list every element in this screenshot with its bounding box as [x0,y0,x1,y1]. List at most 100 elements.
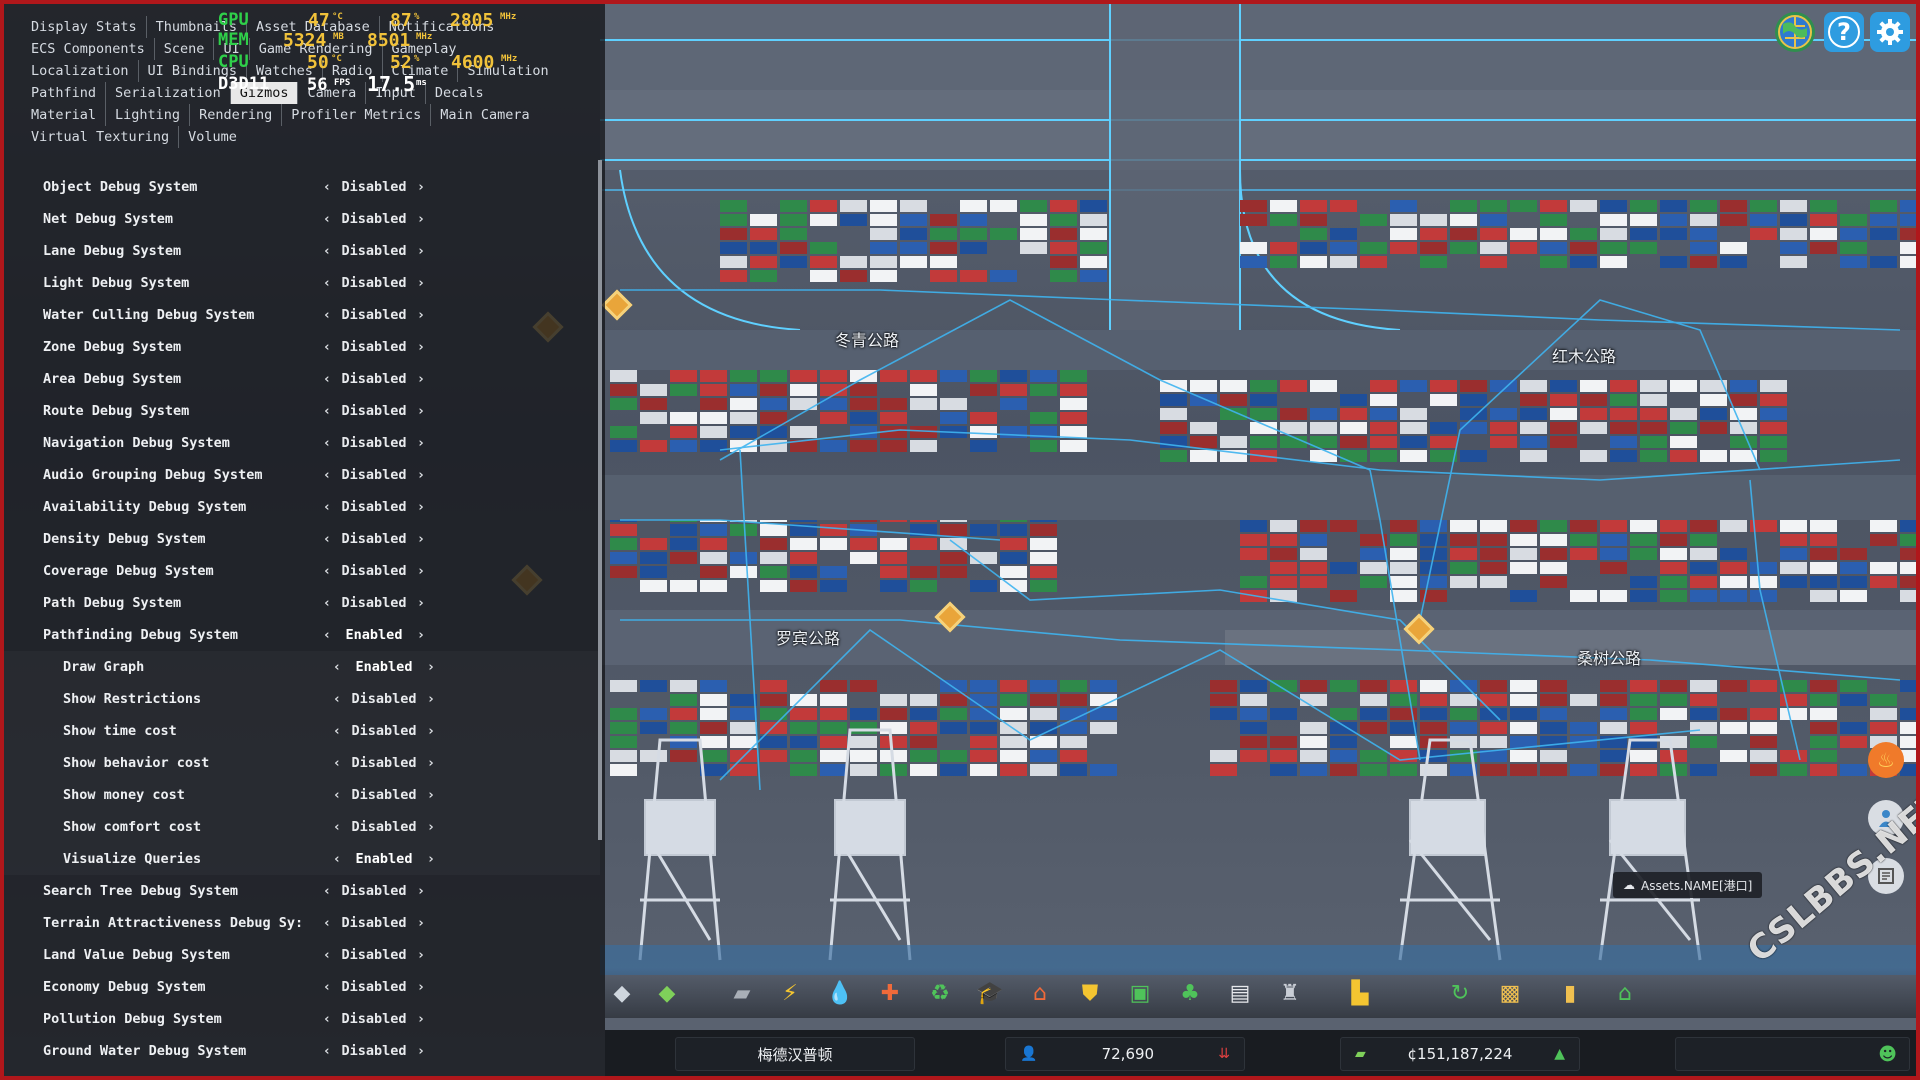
parks-icon[interactable]: ♣ [1173,976,1207,1010]
setting-value[interactable]: Enabled [344,659,424,675]
next-option-button[interactable]: › [414,915,428,931]
prev-option-button[interactable]: ‹ [320,531,334,547]
setting-value[interactable]: Disabled [334,339,414,355]
next-option-button[interactable]: › [424,787,438,803]
next-option-button[interactable]: › [414,275,428,291]
prev-option-button[interactable]: ‹ [320,179,334,195]
water-icon[interactable]: 💧 [823,976,857,1010]
transport-icon[interactable]: ▣ [1123,976,1157,1010]
setting-value[interactable]: Enabled [334,627,414,643]
setting-value[interactable]: Disabled [334,563,414,579]
prev-option-button[interactable]: ‹ [320,1011,334,1027]
next-option-button[interactable]: › [414,179,428,195]
setting-value[interactable]: Disabled [334,1043,414,1059]
landmark-icon[interactable]: ♜ [1273,976,1307,1010]
prev-option-button[interactable]: ‹ [320,627,334,643]
next-option-button[interactable]: › [424,755,438,771]
fire-hazard-icon[interactable]: ♨ [1868,742,1904,778]
tab-simulation[interactable]: Simulation [457,60,557,82]
next-option-button[interactable]: › [424,691,438,707]
next-option-button[interactable]: › [414,211,428,227]
tab-gameplay[interactable]: Gameplay [381,38,466,60]
setting-value[interactable]: Disabled [334,467,414,483]
next-option-button[interactable]: › [414,307,428,323]
next-option-button[interactable]: › [424,723,438,739]
tab-display-stats[interactable]: Display Stats [22,16,146,38]
next-option-button[interactable]: › [414,563,428,579]
prev-option-button[interactable]: ‹ [320,499,334,515]
setting-value[interactable]: Disabled [334,531,414,547]
next-option-button[interactable]: › [414,339,428,355]
tab-input[interactable]: Input [365,82,425,104]
prev-option-button[interactable]: ‹ [330,723,344,739]
next-option-button[interactable]: › [414,1043,428,1059]
map-tiles-icon[interactable]: ▩ [1493,976,1527,1010]
prev-option-button[interactable]: ‹ [330,787,344,803]
tab-volume[interactable]: Volume [178,126,246,148]
help-icon[interactable]: ? [1824,12,1864,52]
setting-value[interactable]: Enabled [344,851,424,867]
next-option-button[interactable]: › [424,851,438,867]
tab-localization[interactable]: Localization [22,60,138,82]
tab-main-camera[interactable]: Main Camera [430,104,538,126]
prev-option-button[interactable]: ‹ [320,243,334,259]
prev-option-button[interactable]: ‹ [320,435,334,451]
panel-scrollbar[interactable] [598,160,602,840]
prev-option-button[interactable]: ‹ [320,467,334,483]
setting-value[interactable]: Disabled [334,243,414,259]
next-option-button[interactable]: › [414,435,428,451]
prev-option-button[interactable]: ‹ [330,659,344,675]
next-option-button[interactable]: › [414,1011,428,1027]
prev-option-button[interactable]: ‹ [320,211,334,227]
recycling-icon[interactable]: ♻ [923,976,957,1010]
tab-ecs-components[interactable]: ECS Components [22,38,154,60]
tab-thumbnails[interactable]: Thumbnails [145,16,246,38]
globe-icon[interactable] [1775,12,1815,52]
next-option-button[interactable]: › [414,403,428,419]
prev-option-button[interactable]: ‹ [330,755,344,771]
money-box[interactable]: ▰ ¢151,187,224 ▲ [1340,1037,1580,1071]
tab-asset-database[interactable]: Asset Database [245,16,379,38]
prev-option-button[interactable]: ‹ [330,851,344,867]
tab-material[interactable]: Material [22,104,105,126]
next-option-button[interactable]: › [414,595,428,611]
prev-option-button[interactable]: ‹ [320,403,334,419]
next-option-button[interactable]: › [414,627,428,643]
settings-icon[interactable] [1870,12,1910,52]
prev-option-button[interactable]: ‹ [320,947,334,963]
tab-scene[interactable]: Scene [153,38,214,60]
prev-option-button[interactable]: ‹ [320,307,334,323]
tab-virtual-texturing[interactable]: Virtual Texturing [22,126,178,148]
tab-notifications[interactable]: Notifications [378,16,504,38]
tab-ui[interactable]: UI [213,38,248,60]
prev-option-button[interactable]: ‹ [320,371,334,387]
setting-value[interactable]: Disabled [334,179,414,195]
tab-lighting[interactable]: Lighting [105,104,189,126]
tab-game-rendering[interactable]: Game Rendering [248,38,382,60]
setting-value[interactable]: Disabled [344,787,424,803]
statistics-icon[interactable]: ▮ [1553,976,1587,1010]
health-icon[interactable]: ✚ [873,976,907,1010]
next-option-button[interactable]: › [414,979,428,995]
setting-value[interactable]: Disabled [334,307,414,323]
next-option-button[interactable]: › [414,883,428,899]
tab-ui-bindings[interactable]: UI Bindings [137,60,246,82]
setting-value[interactable]: Disabled [334,915,414,931]
prev-option-button[interactable]: ‹ [320,883,334,899]
communication-icon[interactable]: ▤ [1223,976,1257,1010]
setting-value[interactable]: Disabled [344,723,424,739]
prev-option-button[interactable]: ‹ [320,339,334,355]
setting-value[interactable]: Disabled [334,883,414,899]
city-name-box[interactable]: 梅德汉普顿 [675,1037,915,1071]
police-icon[interactable]: ⛊ [1073,976,1107,1010]
fire-station-icon[interactable]: ⌂ [1023,976,1057,1010]
setting-value[interactable]: Disabled [344,755,424,771]
setting-value[interactable]: Disabled [334,947,414,963]
tab-watches[interactable]: Watches [245,60,322,82]
setting-value[interactable]: Disabled [334,1011,414,1027]
setting-value[interactable]: Disabled [334,211,414,227]
prev-option-button[interactable]: ‹ [330,819,344,835]
prev-option-button[interactable]: ‹ [320,979,334,995]
tab-radio[interactable]: Radio [321,60,382,82]
setting-value[interactable]: Disabled [334,435,414,451]
